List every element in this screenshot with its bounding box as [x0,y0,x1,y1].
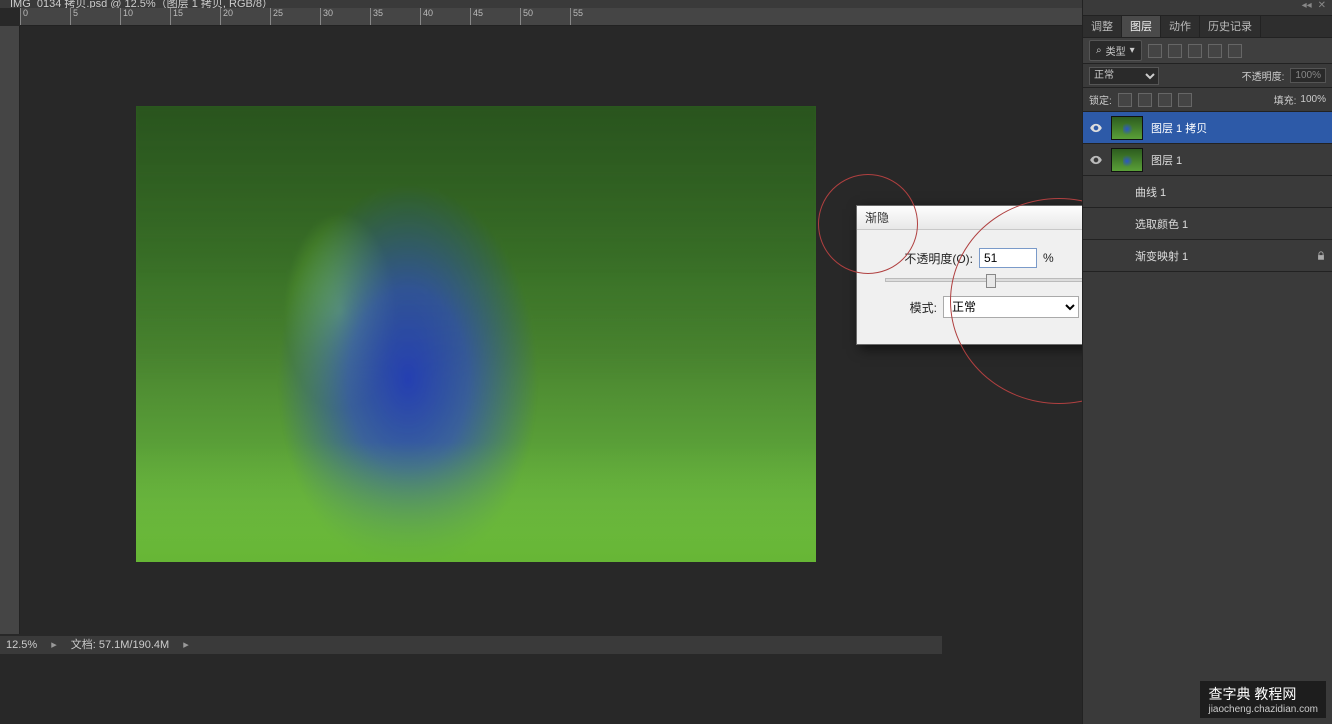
lock-position-icon[interactable] [1158,93,1172,107]
layer-thumbnail[interactable] [1111,148,1143,172]
layer-row[interactable]: 曲线 1 [1083,176,1332,208]
opacity-unit: % [1043,251,1054,265]
layer-name[interactable]: 图层 1 拷贝 [1151,120,1207,136]
lock-label: 锁定: [1089,92,1112,107]
opacity-slider[interactable] [885,278,1087,282]
filter-smart-icon[interactable] [1228,44,1242,58]
ruler-tick: 15 [170,8,220,25]
ruler-tick: 0 [20,8,70,25]
filter-kind-select[interactable]: ⌕ 类型 ▾ [1089,40,1142,61]
lock-pixels-icon[interactable] [1138,93,1152,107]
layers-list: 图层 1 拷贝 图层 1 曲线 1 选取颜色 1 渐变映射 1 [1083,112,1332,272]
zoom-popup-icon[interactable]: ▸ [51,636,57,654]
fill-value[interactable]: 100% [1300,94,1326,105]
filter-shape-icon[interactable] [1208,44,1222,58]
layer-row[interactable]: 图层 1 [1083,144,1332,176]
panel-tabs: 调整 图层 动作 历史记录 [1083,16,1332,38]
filter-type-icon[interactable] [1188,44,1202,58]
watermark-sub: jiaocheng.chazidian.com [1208,704,1318,715]
tab-actions[interactable]: 动作 [1161,16,1200,37]
ruler-tick: 35 [370,8,420,25]
ruler-tick: 40 [420,8,470,25]
watermark: 查字典 教程网 jiaocheng.chazidian.com [1200,681,1326,718]
status-popup-icon[interactable]: ▸ [183,636,189,654]
tab-history[interactable]: 历史记录 [1200,16,1261,37]
layer-name[interactable]: 选取颜色 1 [1089,216,1188,232]
filter-adjust-icon[interactable] [1168,44,1182,58]
layer-name[interactable]: 图层 1 [1151,152,1182,168]
ruler-tick: 55 [570,8,620,25]
layer-thumbnail[interactable] [1111,116,1143,140]
panels-dock: ◂◂ ✕ 调整 图层 动作 历史记录 ⌕ 类型 ▾ 正常 不透明度: 100% … [1082,0,1332,724]
ruler-tick: 10 [120,8,170,25]
ruler-tick: 30 [320,8,370,25]
layer-row[interactable]: 图层 1 拷贝 [1083,112,1332,144]
doc-size: 文档: 57.1M/190.4M [71,636,169,654]
visibility-toggle[interactable] [1089,153,1103,167]
lock-icon [1316,251,1326,261]
opacity-label: 不透明度(O): [867,250,973,267]
mode-label: 模式: [867,299,937,316]
lock-all-icon[interactable] [1178,93,1192,107]
fill-label: 填充: [1274,92,1297,107]
tab-layers[interactable]: 图层 [1122,16,1161,37]
zoom-level[interactable]: 12.5% [6,636,37,654]
filter-pixel-icon[interactable] [1148,44,1162,58]
panel-dragbar[interactable]: ◂◂ ✕ [1083,0,1332,16]
layer-row[interactable]: 选取颜色 1 [1083,208,1332,240]
layer-row[interactable]: 渐变映射 1 [1083,240,1332,272]
opacity-value[interactable]: 100% [1290,68,1326,83]
layer-name[interactable]: 渐变映射 1 [1089,248,1188,264]
doc-size-label: 文档: [71,639,96,651]
opacity-input[interactable] [979,248,1037,268]
close-icon[interactable]: ✕ [1318,0,1326,15]
ruler-tick: 45 [470,8,520,25]
document-canvas[interactable] [136,106,816,562]
visibility-toggle[interactable] [1089,121,1103,135]
blend-mode-select[interactable]: 正常 [1089,67,1159,85]
layers-lock-row: 锁定: 填充: 100% [1083,88,1332,112]
dialog-title-text: 渐隐 [865,209,889,226]
layers-blend-row: 正常 不透明度: 100% [1083,64,1332,88]
watermark-main: 查字典 教程网 [1208,686,1296,702]
layers-filter-bar: ⌕ 类型 ▾ [1083,38,1332,64]
search-icon: ⌕ [1096,45,1102,56]
ruler-tick: 20 [220,8,270,25]
tab-adjustments[interactable]: 调整 [1083,16,1122,37]
opacity-label: 不透明度: [1242,68,1285,83]
ruler-tick: 5 [70,8,120,25]
chevron-down-icon: ▾ [1130,45,1135,56]
lock-transparency-icon[interactable] [1118,93,1132,107]
filter-kind-label: 类型 [1106,43,1126,58]
layer-name[interactable]: 曲线 1 [1089,184,1166,200]
ruler-vertical [0,26,20,634]
ruler-tick: 25 [270,8,320,25]
slider-thumb[interactable] [986,274,996,288]
mode-select[interactable]: 正常 [943,296,1079,318]
ruler-tick: 50 [520,8,570,25]
canvas-area[interactable] [20,26,948,636]
doc-size-value: 57.1M/190.4M [99,639,169,651]
collapse-icon[interactable]: ◂◂ [1302,0,1312,15]
status-bar: 12.5% ▸ 文档: 57.1M/190.4M ▸ [0,636,942,654]
